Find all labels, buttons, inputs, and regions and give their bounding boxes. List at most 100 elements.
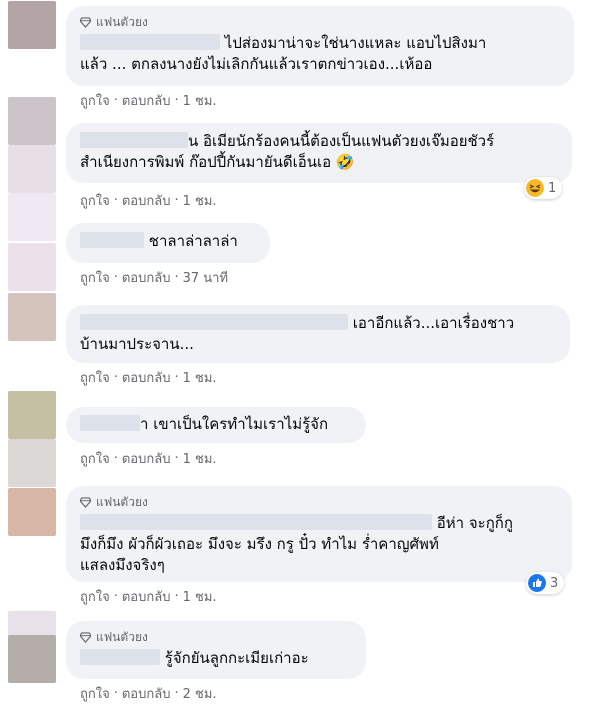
- comment-line: ไปส่องมาน่าจะใช่นางแหละ แอบไปสิงมา: [224, 34, 487, 52]
- comment-actions: ถูกใจ · ตอบกลับ · 1 ชม.: [80, 190, 217, 211]
- comment-bubble: ชาลาล่าลาล่า: [66, 223, 270, 263]
- comment-actions: ถูกใจ · ตอบกลับ · 1 ชม.: [80, 367, 217, 388]
- separator: ·: [174, 370, 179, 385]
- blurred-name[interactable]: [80, 314, 348, 330]
- avatar[interactable]: [8, 1, 56, 49]
- blurred-name[interactable]: [80, 232, 144, 248]
- blurred-name[interactable]: [80, 132, 188, 148]
- avatar[interactable]: [8, 488, 56, 536]
- comment-line: มึงก็มึง ผัวก็ผัวเถอะ มึงจะ มรึง กรู ปั๋…: [80, 535, 439, 553]
- blurred-name[interactable]: [80, 649, 160, 665]
- blurred-name[interactable]: [80, 34, 220, 50]
- blurred-name[interactable]: [80, 415, 140, 431]
- timestamp[interactable]: 1 ชม.: [183, 190, 217, 211]
- avatar[interactable]: [8, 439, 56, 487]
- comment-bubble: แฟนตัวยง อีห่า จะกูก็กู มึงก็มึง ผัวก็ผั…: [66, 486, 572, 582]
- comment-actions: ถูกใจ · ตอบกลับ · 2 ชม.: [80, 683, 217, 704]
- diamond-icon: [80, 496, 91, 508]
- haha-reaction-icon: [526, 179, 544, 197]
- like-reaction-icon: [528, 574, 546, 592]
- reaction-count-label: 3: [550, 575, 559, 591]
- separator: ·: [174, 686, 179, 701]
- comment-text: ชาลาล่าลาล่า: [80, 231, 256, 252]
- separator: ·: [174, 270, 179, 285]
- separator: ·: [174, 93, 179, 108]
- comment-line: อีห่า จะกูก็กู: [436, 514, 513, 532]
- comment-line: น อิเมียนักร้องคนนี้ต้องเป็นแฟนตัวยงเจ๊ม…: [188, 132, 495, 150]
- separator: ·: [113, 193, 118, 208]
- comment-line: บ้านมาประจาน...: [80, 335, 194, 353]
- timestamp[interactable]: 1 ชม.: [183, 586, 217, 607]
- comment-line: แสลงมึงจริงๆ: [80, 556, 165, 574]
- comment-bubble: แฟนตัวยง รู้จักยันลูกกะเมียเก่าอะ: [66, 621, 366, 679]
- like-button[interactable]: ถูกใจ: [80, 190, 110, 211]
- comment-line: สำเนียงการพิมพ์ ก๊อปปี้กันมายันดีเอ็นเอ …: [80, 153, 355, 171]
- separator: ·: [174, 589, 179, 604]
- fan-badge-label: แฟนตัวยง: [96, 494, 148, 509]
- timestamp[interactable]: 2 ชม.: [183, 683, 217, 704]
- reaction-count[interactable]: 3: [526, 572, 565, 594]
- comment-text: เอาอีกแล้ว...เอาเรื่องชาว: [80, 313, 556, 334]
- comment-line: รู้จักยันลูกกะเมียเก่าอะ: [164, 649, 309, 667]
- comment-actions: ถูกใจ · ตอบกลับ · 1 ชม.: [80, 448, 217, 469]
- separator: ·: [113, 451, 118, 466]
- comment-line: แล้ว ... ตกลงนางยังไม่เลิกกันแล้วเราตกข่…: [80, 55, 433, 73]
- reply-button[interactable]: ตอบกลับ: [122, 90, 171, 111]
- comment-bubble: เอาอีกแล้ว...เอาเรื่องชาว บ้านมาประจาน..…: [66, 305, 570, 363]
- comment-bubble: น อิเมียนักร้องคนนี้ต้องเป็นแฟนตัวยงเจ๊ม…: [66, 123, 572, 183]
- comment-line: ชาลาล่าลาล่า: [148, 232, 238, 250]
- comment-bubble: า เขาเป็นใครทำไมเราไม่รู้จัก: [66, 407, 366, 443]
- avatar[interactable]: [8, 243, 56, 291]
- comment-actions: ถูกใจ · ตอบกลับ · 37 นาที: [80, 267, 228, 288]
- separator: ·: [113, 93, 118, 108]
- timestamp[interactable]: 1 ชม.: [183, 448, 217, 469]
- like-button[interactable]: ถูกใจ: [80, 267, 110, 288]
- reply-button[interactable]: ตอบกลับ: [122, 448, 171, 469]
- timestamp[interactable]: 1 ชม.: [183, 367, 217, 388]
- separator: ·: [113, 686, 118, 701]
- comment-text: รู้จักยันลูกกะเมียเก่าอะ: [80, 648, 352, 669]
- timestamp[interactable]: 37 นาที: [183, 267, 228, 288]
- avatar[interactable]: [8, 391, 56, 439]
- separator: ·: [113, 270, 118, 285]
- comment-text: า เขาเป็นใครทำไมเราไม่รู้จัก: [80, 414, 352, 435]
- comment-bubble: แฟนตัวยง ไปส่องมาน่าจะใช่นางแหละ แอบไปสิ…: [66, 6, 574, 86]
- comment-line: า เขาเป็นใครทำไมเราไม่รู้จัก: [140, 415, 329, 433]
- fan-badge-label: แฟนตัวยง: [96, 629, 148, 644]
- reply-button[interactable]: ตอบกลับ: [122, 683, 171, 704]
- reply-button[interactable]: ตอบกลับ: [122, 190, 171, 211]
- reply-button[interactable]: ตอบกลับ: [122, 367, 171, 388]
- diamond-icon: [80, 16, 91, 28]
- comment-text: ไปส่องมาน่าจะใช่นางแหละ แอบไปสิงมา: [80, 33, 560, 54]
- like-button[interactable]: ถูกใจ: [80, 683, 110, 704]
- reaction-count-label: 1: [548, 180, 557, 196]
- fan-badge: แฟนตัวยง: [80, 629, 352, 645]
- like-button[interactable]: ถูกใจ: [80, 90, 110, 111]
- reply-button[interactable]: ตอบกลับ: [122, 267, 171, 288]
- diamond-icon: [80, 631, 91, 643]
- comment-line: เอาอีกแล้ว...เอาเรื่องชาว: [352, 314, 515, 332]
- separator: ·: [113, 370, 118, 385]
- avatar[interactable]: [8, 293, 56, 341]
- comment-text: อีห่า จะกูก็กู: [80, 513, 558, 534]
- comment-text: น อิเมียนักร้องคนนี้ต้องเป็นแฟนตัวยงเจ๊ม…: [80, 131, 558, 152]
- avatar[interactable]: [8, 193, 56, 241]
- reply-button[interactable]: ตอบกลับ: [122, 586, 171, 607]
- blurred-name[interactable]: [80, 514, 432, 530]
- fan-badge-label: แฟนตัวยง: [96, 14, 148, 29]
- fan-badge: แฟนตัวยง: [80, 14, 560, 30]
- avatar[interactable]: [8, 97, 56, 145]
- like-button[interactable]: ถูกใจ: [80, 367, 110, 388]
- separator: ·: [113, 589, 118, 604]
- like-button[interactable]: ถูกใจ: [80, 586, 110, 607]
- comment-actions: ถูกใจ · ตอบกลับ · 1 ชม.: [80, 90, 217, 111]
- separator: ·: [174, 451, 179, 466]
- reaction-count[interactable]: 1: [524, 177, 563, 199]
- fan-badge: แฟนตัวยง: [80, 494, 558, 510]
- avatar[interactable]: [8, 145, 56, 193]
- avatar[interactable]: [8, 635, 56, 683]
- timestamp[interactable]: 1 ชม.: [183, 90, 217, 111]
- separator: ·: [174, 193, 179, 208]
- comment-actions: ถูกใจ · ตอบกลับ · 1 ชม.: [80, 586, 217, 607]
- like-button[interactable]: ถูกใจ: [80, 448, 110, 469]
